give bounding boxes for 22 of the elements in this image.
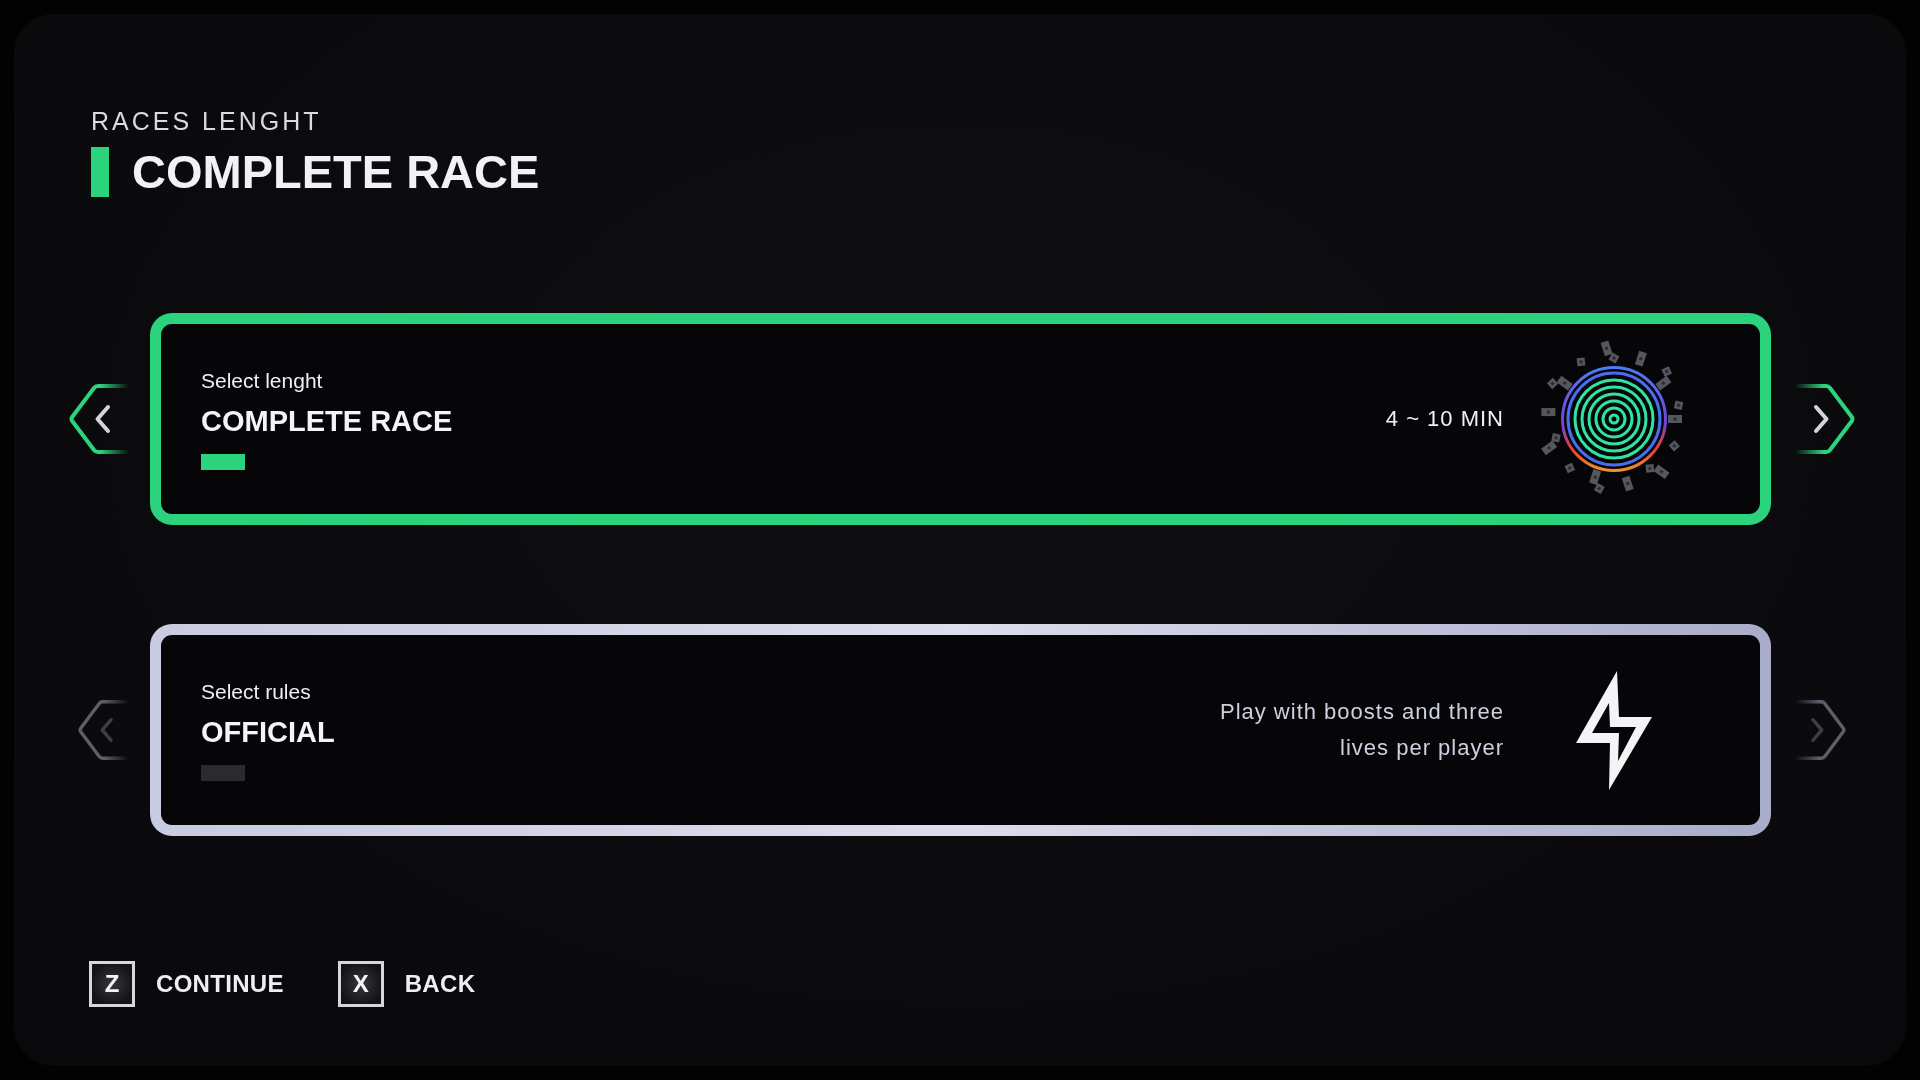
chevron-left-icon (78, 700, 129, 760)
chevron-right-icon (1795, 384, 1855, 454)
option-label: Select lenght (201, 368, 323, 394)
next-button[interactable] (1795, 384, 1855, 454)
option-value: COMPLETE RACE (201, 404, 453, 438)
key-cap: Z (89, 961, 135, 1007)
action-button[interactable]: BACK (404, 970, 476, 998)
section-caption: RACES LENGHT (91, 106, 322, 136)
section-title: COMPLETE RACE (132, 147, 540, 197)
option-description: 4 ~ 10 MIN (1385, 405, 1504, 433)
option-value: OFFICIAL (201, 715, 335, 749)
value-indicator (201, 765, 245, 781)
lightning-bolt-icon (1576, 670, 1652, 790)
value-indicator (201, 454, 245, 470)
previous-button[interactable] (69, 384, 129, 454)
chevron-left-icon (69, 384, 129, 454)
option-label: Select rules (201, 679, 311, 705)
chevron-right-icon (1795, 700, 1846, 760)
accent-bar (91, 147, 109, 197)
option-description: Play with boosts and three lives per player (1218, 698, 1504, 762)
key-cap: X (337, 961, 384, 1007)
action-button[interactable]: CONTINUE (156, 970, 284, 998)
